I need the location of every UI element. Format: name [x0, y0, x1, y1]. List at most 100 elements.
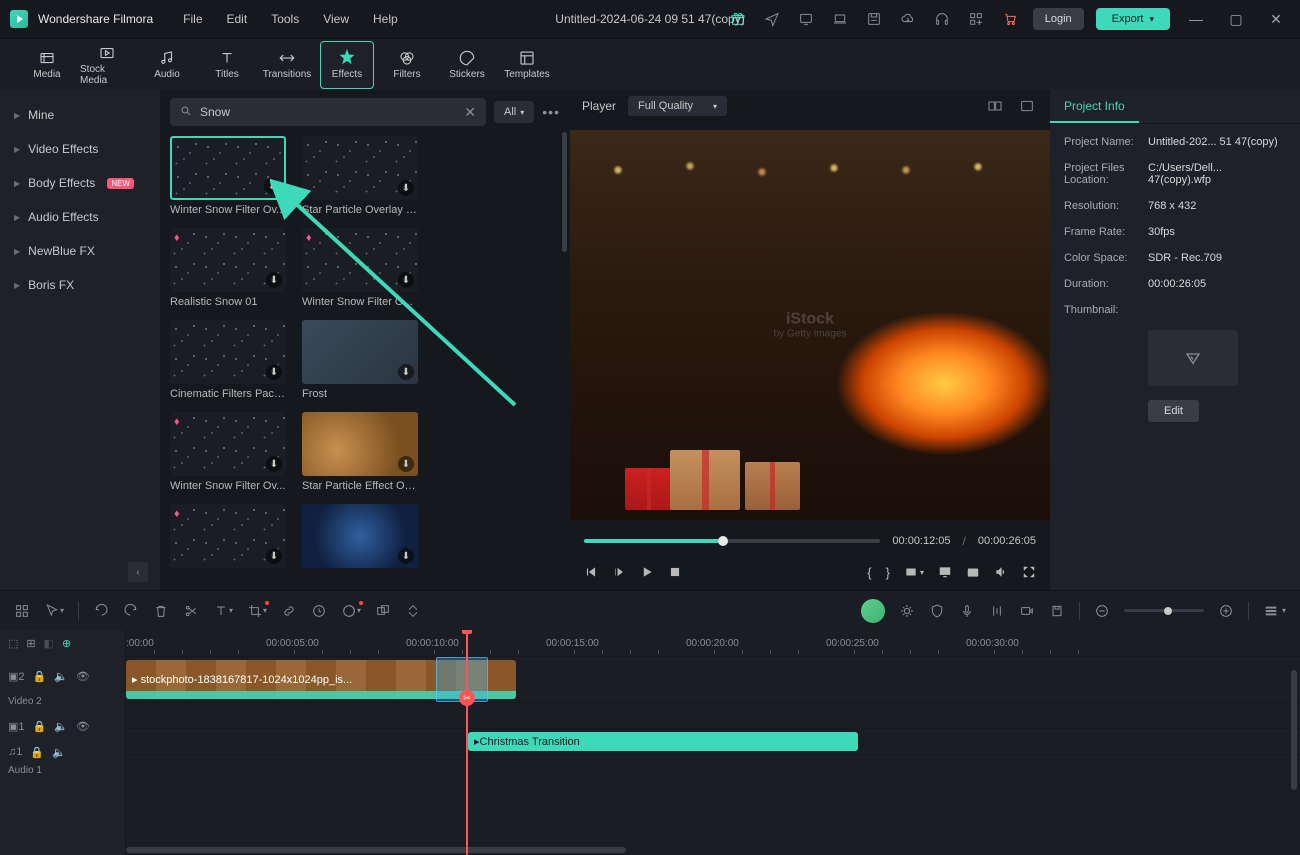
save-icon[interactable] — [863, 8, 885, 30]
effect-card[interactable]: ♦⬇Realistic Snow 01 — [170, 228, 286, 308]
thumbnail-box[interactable] — [1148, 330, 1238, 386]
export-button[interactable]: Export — [1096, 8, 1170, 30]
zoom-handle[interactable] — [1164, 607, 1172, 615]
undo-icon[interactable] — [93, 603, 109, 619]
sidebar-collapse-button[interactable]: ‹ — [128, 562, 148, 582]
edit-button[interactable]: Edit — [1148, 400, 1199, 422]
sidebar-item-newblue[interactable]: ▶NewBlue FX — [0, 234, 160, 268]
effect-thumbnail[interactable]: ⬇ — [170, 320, 286, 384]
tab-titles[interactable]: Titles — [200, 41, 254, 89]
menu-edit[interactable]: Edit — [227, 12, 248, 26]
effect-card[interactable]: ⬇Star Particle Overlay 03 — [302, 136, 418, 216]
zoom-slider[interactable] — [1124, 609, 1204, 612]
compare-view-icon[interactable] — [984, 95, 1006, 117]
marker-icon[interactable] — [1049, 603, 1065, 619]
tab-templates[interactable]: Templates — [500, 41, 554, 89]
track-link-icon[interactable]: ⬚ — [8, 637, 18, 650]
apps-icon[interactable] — [965, 8, 987, 30]
window-close-icon[interactable]: ✕ — [1262, 5, 1290, 33]
snapshot-button[interactable] — [966, 565, 980, 579]
delete-icon[interactable] — [153, 603, 169, 619]
device-icon[interactable] — [795, 8, 817, 30]
title-clip[interactable]: ▸ Christmas Transition — [468, 732, 858, 751]
split-icon[interactable] — [183, 603, 199, 619]
effect-thumbnail[interactable]: ♦⬇ — [170, 504, 286, 568]
login-button[interactable]: Login — [1033, 8, 1084, 30]
window-maximize-icon[interactable]: ▢ — [1222, 5, 1250, 33]
download-icon[interactable]: ⬇ — [266, 456, 282, 472]
mute-icon[interactable]: 🔈 — [54, 670, 68, 683]
send-icon[interactable] — [761, 8, 783, 30]
download-icon[interactable]: ⬇ — [398, 548, 414, 564]
audio-track-icon[interactable]: ♫1 — [8, 746, 22, 758]
playbar-handle[interactable] — [718, 536, 728, 546]
playhead[interactable] — [466, 630, 468, 855]
tab-stock-media[interactable]: Stock Media — [80, 41, 134, 89]
effect-thumbnail[interactable]: ♦⬇ — [170, 228, 286, 292]
effect-thumbnail[interactable]: ♦⬇ — [302, 228, 418, 292]
timeline-h-scrollbar[interactable] — [126, 847, 626, 853]
ratio-button[interactable]: ▾ — [904, 565, 924, 579]
download-icon[interactable]: ⬇ — [266, 272, 282, 288]
download-icon[interactable]: ⬇ — [264, 178, 280, 194]
track-auto-icon[interactable]: ⊕ — [62, 637, 71, 650]
download-icon[interactable]: ⬇ — [266, 364, 282, 380]
project-info-tab[interactable]: Project Info — [1050, 90, 1139, 123]
select-tool-icon[interactable]: ▾ — [44, 603, 64, 619]
audio-mix-icon[interactable] — [989, 603, 1005, 619]
link-icon[interactable] — [281, 603, 297, 619]
tab-media[interactable]: Media — [20, 41, 74, 89]
effects-scrollbar[interactable] — [562, 132, 567, 252]
search-input[interactable] — [200, 105, 456, 119]
stop-button[interactable] — [668, 565, 682, 579]
tracks-area[interactable]: :00:0000:00:05:0000:00:10:0000:00:15:000… — [126, 630, 1300, 855]
play-button[interactable] — [640, 565, 654, 579]
play-backward-button[interactable] — [612, 565, 626, 579]
record-icon[interactable] — [1019, 603, 1035, 619]
mute-icon[interactable]: 🔈 — [54, 720, 68, 733]
effect-card[interactable]: ⬇Star Particle Effect Ove... — [302, 412, 418, 492]
video-track-icon[interactable]: ▣2 — [8, 670, 25, 683]
tab-audio[interactable]: Audio — [140, 41, 194, 89]
download-icon[interactable]: ⬇ — [398, 364, 414, 380]
video-track-icon[interactable]: ▣1 — [8, 720, 25, 733]
sidebar-item-video-effects[interactable]: ▶Video Effects — [0, 132, 160, 166]
menu-file[interactable]: File — [183, 12, 202, 26]
track-view-icon[interactable]: ▾ — [1263, 603, 1286, 619]
effect-card[interactable]: ♦⬇ — [170, 504, 286, 572]
headphones-icon[interactable] — [931, 8, 953, 30]
playbar[interactable] — [584, 539, 880, 543]
cut-marker-icon[interactable]: ✂ — [459, 690, 475, 706]
volume-button[interactable] — [994, 565, 1008, 579]
crop-tool-icon[interactable]: ▾ — [247, 603, 267, 619]
speed-icon[interactable] — [311, 603, 327, 619]
sidebar-item-boris[interactable]: ▶Boris FX — [0, 268, 160, 302]
effect-thumbnail[interactable]: ⬇ — [302, 412, 418, 476]
download-icon[interactable]: ⬇ — [398, 272, 414, 288]
track-magnet-icon[interactable]: ◧ — [44, 637, 54, 650]
effect-thumbnail[interactable]: ♦⬇ — [170, 412, 286, 476]
effect-thumbnail[interactable]: ⬇ — [170, 136, 286, 200]
mic-icon[interactable] — [959, 603, 975, 619]
track-snap-icon[interactable]: ⊞ — [26, 637, 35, 650]
zoom-out-icon[interactable] — [1094, 603, 1110, 619]
laptop-icon[interactable] — [829, 8, 851, 30]
clear-search-icon[interactable]: ✕ — [464, 104, 476, 121]
menu-tools[interactable]: Tools — [271, 12, 299, 26]
more-options-icon[interactable]: ••• — [542, 104, 560, 120]
shield-icon[interactable] — [929, 603, 945, 619]
tab-transitions[interactable]: Transitions — [260, 41, 314, 89]
effect-card[interactable]: ⬇Frost — [302, 320, 418, 400]
effect-card[interactable]: ♦⬇Winter Snow Filter Ov... — [170, 412, 286, 492]
menu-help[interactable]: Help — [373, 12, 398, 26]
expand-icon[interactable] — [405, 603, 421, 619]
display-button[interactable] — [938, 565, 952, 579]
timeline-v-scrollbar[interactable] — [1291, 670, 1297, 790]
redo-icon[interactable] — [123, 603, 139, 619]
cart-icon[interactable] — [999, 8, 1021, 30]
effect-card[interactable]: ♦⬇Winter Snow Filter O... — [302, 228, 418, 308]
image-icon[interactable] — [1016, 95, 1038, 117]
cloud-icon[interactable] — [897, 8, 919, 30]
enhance-icon[interactable] — [899, 603, 915, 619]
menu-view[interactable]: View — [323, 12, 349, 26]
